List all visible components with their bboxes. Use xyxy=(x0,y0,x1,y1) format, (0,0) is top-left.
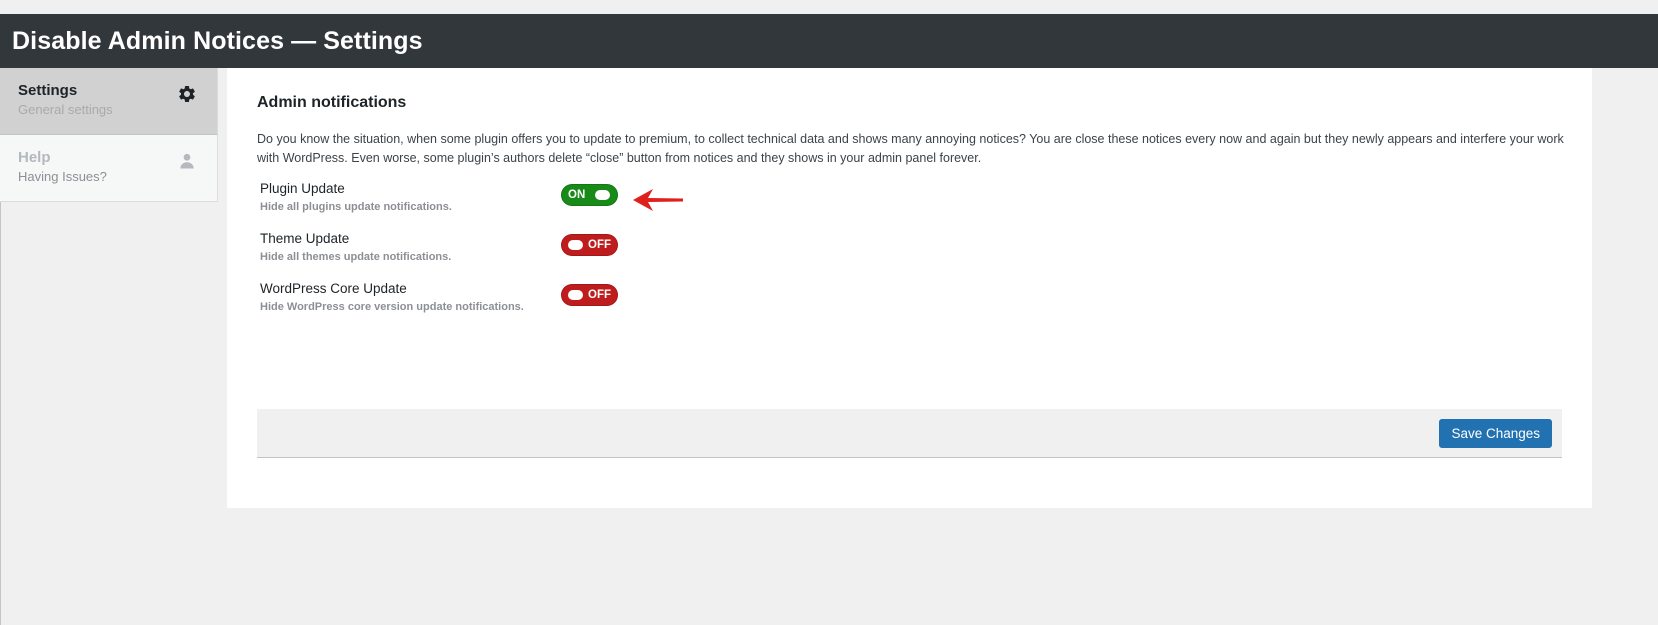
section-description: Do you know the situation, when some plu… xyxy=(257,132,1564,165)
sidebar-item-help[interactable]: Help Having Issues? xyxy=(0,135,218,202)
sidebar-item-settings[interactable]: Settings General settings xyxy=(0,68,218,135)
annotation-arrow-icon xyxy=(633,189,683,211)
top-gap xyxy=(0,0,1658,14)
option-label: Theme Update xyxy=(260,231,350,246)
option-row-theme-update: Theme Update Hide all themes update noti… xyxy=(260,230,820,270)
sidebar-item-subtitle: Having Issues? xyxy=(18,169,107,184)
settings-panel: Admin notifications Do you know the situ… xyxy=(227,68,1592,508)
save-changes-button[interactable]: Save Changes xyxy=(1439,419,1552,448)
option-label: Plugin Update xyxy=(260,181,345,196)
plugin-update-toggle[interactable]: ON xyxy=(561,184,618,206)
toggle-knob xyxy=(595,190,610,200)
sidebar-item-title: Help xyxy=(18,149,51,166)
gear-icon xyxy=(179,86,195,102)
form-footer: Save Changes xyxy=(257,409,1562,458)
sidebar-item-subtitle: General settings xyxy=(18,102,113,117)
page-title: Disable Admin Notices — Settings xyxy=(12,26,423,55)
page-header: Disable Admin Notices — Settings xyxy=(0,14,1658,68)
user-icon xyxy=(180,153,194,169)
toggle-knob xyxy=(568,290,583,300)
toggle-state-label: ON xyxy=(568,189,586,201)
option-label: WordPress Core Update xyxy=(260,281,407,296)
option-row-core-update: WordPress Core Update Hide WordPress cor… xyxy=(260,280,820,320)
option-hint: Hide WordPress core version update notif… xyxy=(260,301,524,313)
theme-update-toggle[interactable]: OFF xyxy=(561,234,618,256)
option-hint: Hide all plugins update notifications. xyxy=(260,201,452,213)
option-row-plugin-update: Plugin Update Hide all plugins update no… xyxy=(260,180,820,220)
toggle-state-label: OFF xyxy=(588,239,611,251)
core-update-toggle[interactable]: OFF xyxy=(561,284,618,306)
section-title: Admin notifications xyxy=(257,94,407,111)
settings-sidebar: Settings General settings Help Having Is… xyxy=(0,68,218,202)
toggle-knob xyxy=(568,240,583,250)
sidebar-item-title: Settings xyxy=(18,82,78,99)
option-hint: Hide all themes update notifications. xyxy=(260,251,452,263)
toggle-state-label: OFF xyxy=(588,289,611,301)
